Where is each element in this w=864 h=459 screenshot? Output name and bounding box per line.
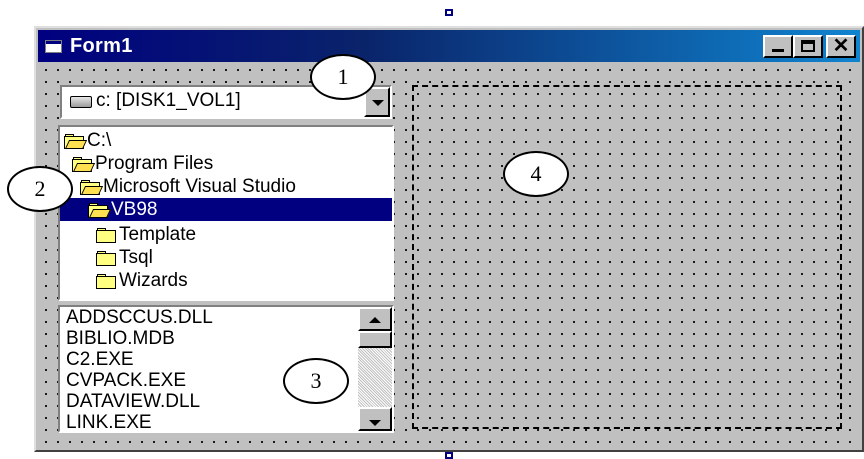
- directory-item-label: Microsoft Visual Studio: [103, 175, 296, 197]
- close-button[interactable]: ✕: [826, 35, 856, 58]
- scroll-up-button[interactable]: [358, 307, 392, 331]
- scroll-thumb[interactable]: [358, 331, 392, 348]
- chevron-down-icon: [372, 100, 384, 106]
- frame-control[interactable]: [412, 85, 842, 429]
- directory-item-label: Wizards: [119, 269, 188, 291]
- directory-item-label: Template: [119, 223, 197, 245]
- directory-item[interactable]: Tsql: [96, 246, 153, 269]
- scroll-down-button[interactable]: [358, 407, 392, 431]
- file-item[interactable]: CVPACK.EXE: [66, 370, 186, 391]
- directory-item[interactable]: Program Files: [72, 152, 213, 175]
- form-design-surface[interactable]: c: [DISK1_VOL1] C:\ Program Files Micros…: [38, 62, 860, 448]
- callout-2: 2: [7, 166, 73, 212]
- file-item[interactable]: DATAVIEW.DLL: [66, 391, 200, 412]
- directory-item[interactable]: C:\: [64, 129, 111, 152]
- minimize-icon: [772, 49, 784, 52]
- folder-icon: [96, 273, 116, 289]
- title-buttons: ✕: [763, 35, 856, 58]
- file-item[interactable]: C2.EXE: [66, 349, 134, 370]
- close-icon: ✕: [832, 35, 850, 57]
- form-window: Form1 ✕ c: [DISK1_VOL1] C:\ Program File…: [34, 26, 864, 452]
- hard-drive-icon: [70, 96, 92, 108]
- form-icon: [44, 38, 64, 54]
- file-item[interactable]: BIBLIO.MDB: [66, 328, 175, 349]
- callout-4: 4: [503, 151, 569, 197]
- directory-item[interactable]: Microsoft Visual Studio: [80, 175, 296, 198]
- open-folder-icon: [64, 133, 88, 149]
- minimize-button[interactable]: [763, 35, 793, 58]
- open-folder-icon: [80, 179, 104, 195]
- folder-icon: [96, 250, 116, 266]
- chevron-down-icon: [369, 420, 381, 426]
- window-title: Form1: [70, 34, 133, 57]
- open-folder-icon: [72, 156, 96, 172]
- callout-1: 1: [310, 54, 376, 100]
- directory-item[interactable]: Template: [96, 223, 196, 246]
- maximize-button[interactable]: [793, 35, 823, 58]
- file-item[interactable]: LINK.EXE: [66, 412, 152, 431]
- resize-handle-top[interactable]: [445, 9, 453, 16]
- drive-value: c: [DISK1_VOL1]: [96, 90, 241, 111]
- directory-item-label: VB98: [111, 198, 158, 220]
- directory-item-label: Tsql: [119, 246, 153, 268]
- directory-item-label: C:\: [87, 129, 112, 151]
- maximize-icon: [801, 40, 815, 52]
- chevron-up-icon: [369, 317, 381, 323]
- title-bar[interactable]: Form1 ✕: [38, 30, 860, 62]
- open-folder-icon: [88, 202, 112, 218]
- directory-item-label: Program Files: [95, 152, 214, 174]
- directory-item[interactable]: Wizards: [96, 269, 188, 292]
- vertical-scrollbar[interactable]: [358, 307, 392, 431]
- folder-icon: [96, 227, 116, 243]
- directory-item-selected[interactable]: VB98: [60, 198, 392, 221]
- callout-3: 3: [283, 358, 349, 404]
- file-item[interactable]: ADDSCCUS.DLL: [66, 307, 213, 328]
- directory-list[interactable]: C:\ Program Files Microsoft Visual Studi…: [58, 125, 394, 301]
